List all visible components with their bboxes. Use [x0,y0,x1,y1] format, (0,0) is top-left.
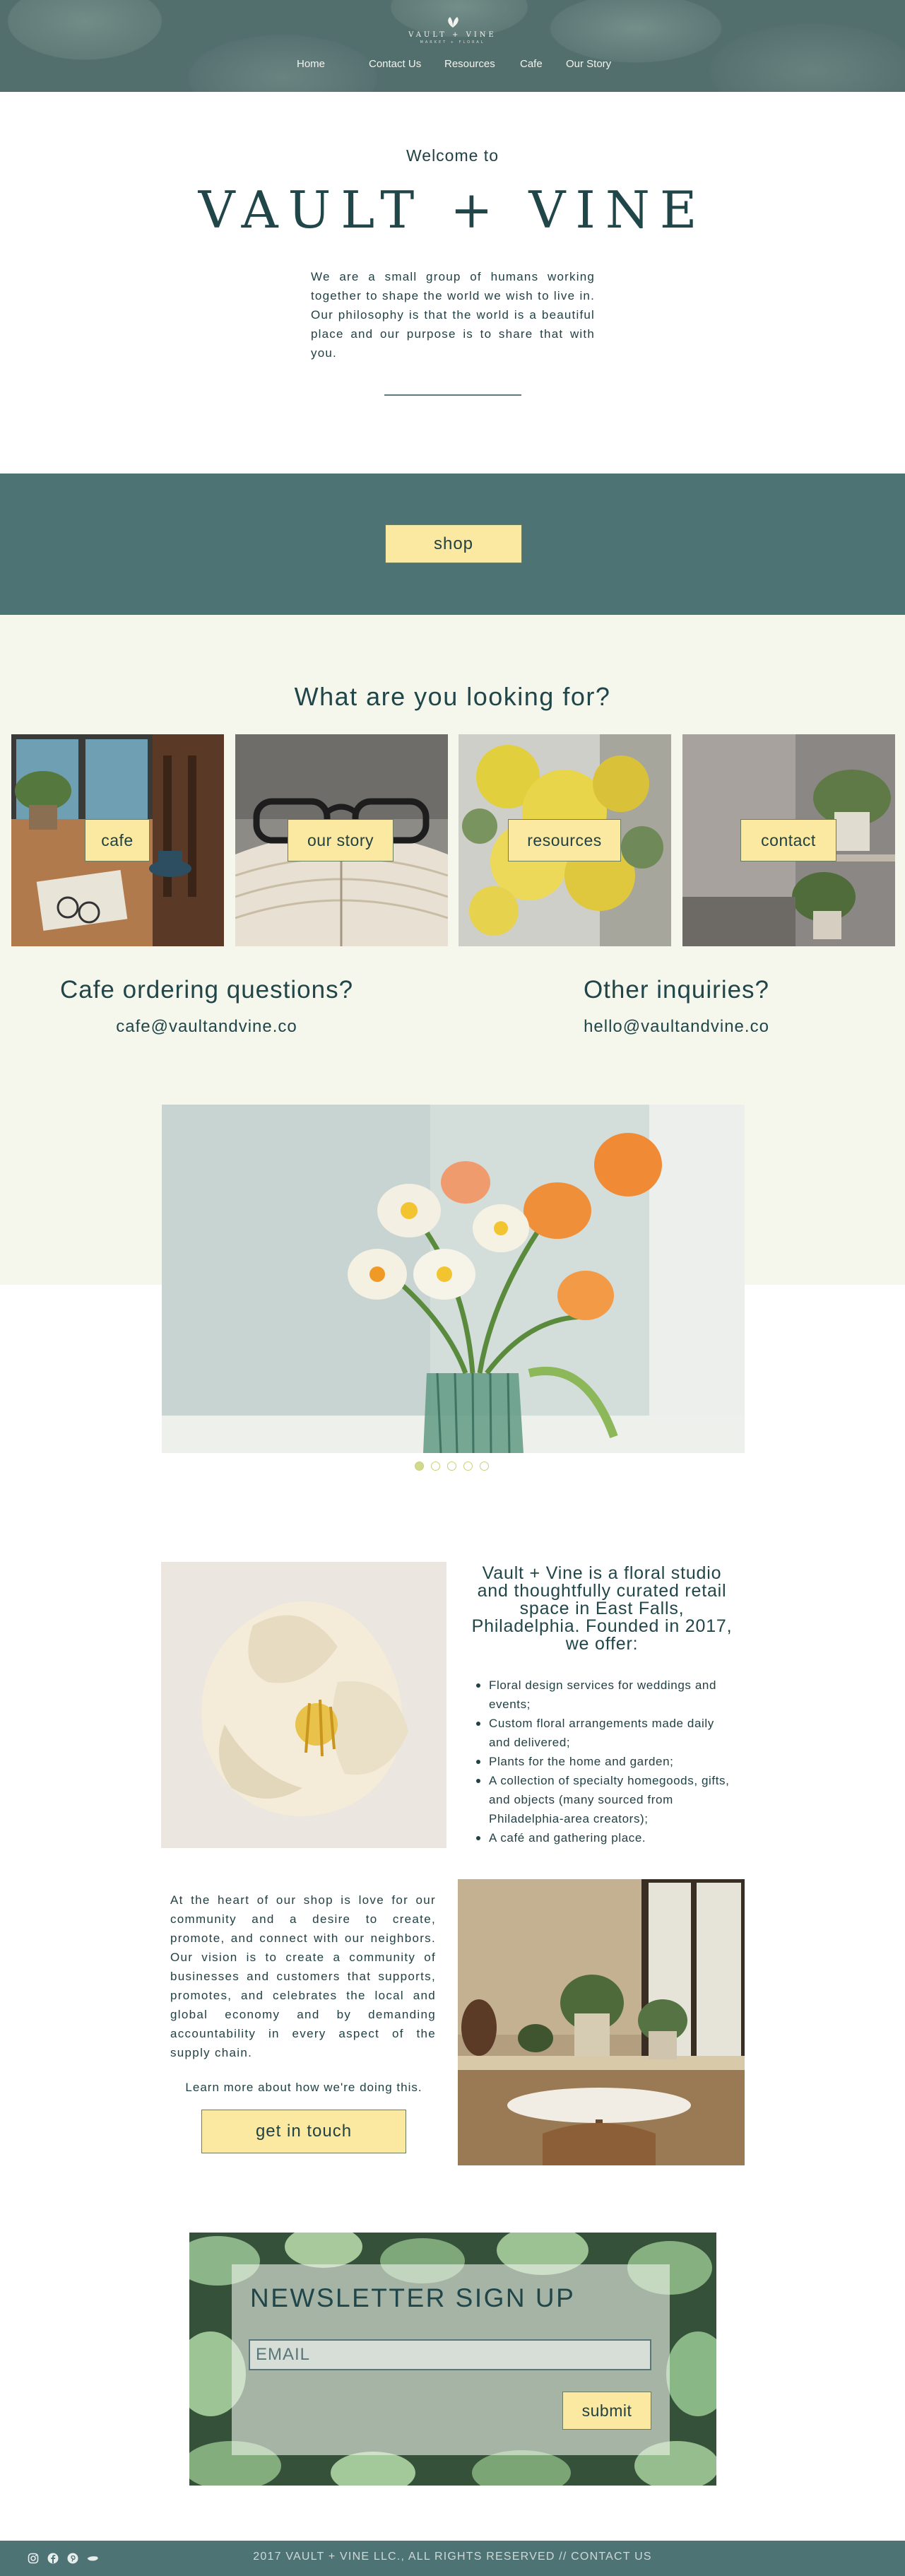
tile-resources[interactable]: resources [459,734,671,946]
logo-leaf-icon [403,16,502,31]
main-nav: Home Contact Us Resources Cafe Our Story [297,57,629,72]
carousel-dots [415,1462,489,1471]
logo-name: VAULT + VINE [408,31,497,39]
nav-contact-us[interactable]: Contact Us [369,57,444,72]
nav-our-story[interactable]: Our Story [566,57,629,72]
offer-item: A café and gathering place. [475,1828,738,1847]
footer-copyright: 2017 VAULT + VINE LLC., ALL RIGHTS RESER… [253,2551,652,2563]
white-flower-photo [161,1562,446,1848]
offers-list: Floral design services for weddings and … [475,1676,738,1847]
looking-heading: What are you looking for? [294,682,611,711]
nav-home[interactable]: Home [297,57,369,72]
email-field[interactable]: EMAIL [249,2339,651,2370]
cafe-questions-heading: Cafe ordering questions? [59,976,354,1004]
page-title: VAULT + VINE [198,180,707,240]
carousel-dot-5[interactable] [480,1462,489,1471]
carousel-dot-2[interactable] [431,1462,440,1471]
offer-item: A collection of specialty homegoods, gif… [475,1771,738,1828]
carousel-slide[interactable] [162,1105,745,1453]
logo-subtitle: MARKET + FLORAL [420,40,485,45]
offer-item: Floral design services for weddings and … [475,1676,738,1714]
newsletter-heading: NEWSLETTER SIGN UP [250,2283,576,2312]
site-logo[interactable]: VAULT + VINE MARKET + FLORAL [403,16,502,45]
submit-button[interactable]: submit [562,2392,651,2430]
divider [384,394,521,396]
nav-cafe[interactable]: Cafe [520,57,566,72]
offer-item: Custom floral arrangements made daily an… [475,1714,738,1752]
about-heading: Vault + Vine is a floral studio and thou… [471,1563,733,1654]
cafe-interior-photo [458,1879,745,2165]
carousel-dot-3[interactable] [447,1462,456,1471]
welcome-text: Welcome to [406,146,499,165]
tulips-vase-photo [162,1105,745,1453]
nav-resources[interactable]: Resources [444,57,520,72]
other-email-link[interactable]: hello@vaultandvine.co [537,1017,816,1037]
cafe-email-link[interactable]: cafe@vaultandvine.co [49,1017,364,1037]
cafe-button[interactable]: cafe [85,819,150,861]
intro-paragraph: We are a small group of humans working t… [311,270,595,360]
shop-button[interactable]: shop [385,524,522,563]
mission-paragraph: At the heart of our shop is love for our… [170,1893,436,2059]
other-inquiries-heading: Other inquiries? [583,976,770,1004]
carousel-dot-1[interactable] [415,1462,424,1471]
get-in-touch-button[interactable]: get in touch [201,2110,406,2153]
learn-more-text: Learn more about how we're doing this. [185,2081,422,2094]
tile-contact[interactable]: contact [682,734,895,946]
header-banner [0,0,905,92]
newsletter-section: NEWSLETTER SIGN UP EMAIL submit [189,2233,716,2486]
carousel-dot-4[interactable] [463,1462,473,1471]
tile-cafe[interactable]: cafe [11,734,224,946]
resources-button[interactable]: resources [508,819,621,861]
our-story-button[interactable]: our story [288,819,394,861]
tile-our-story[interactable]: our story [235,734,448,946]
contact-button[interactable]: contact [740,819,836,861]
offer-item: Plants for the home and garden; [475,1752,738,1771]
